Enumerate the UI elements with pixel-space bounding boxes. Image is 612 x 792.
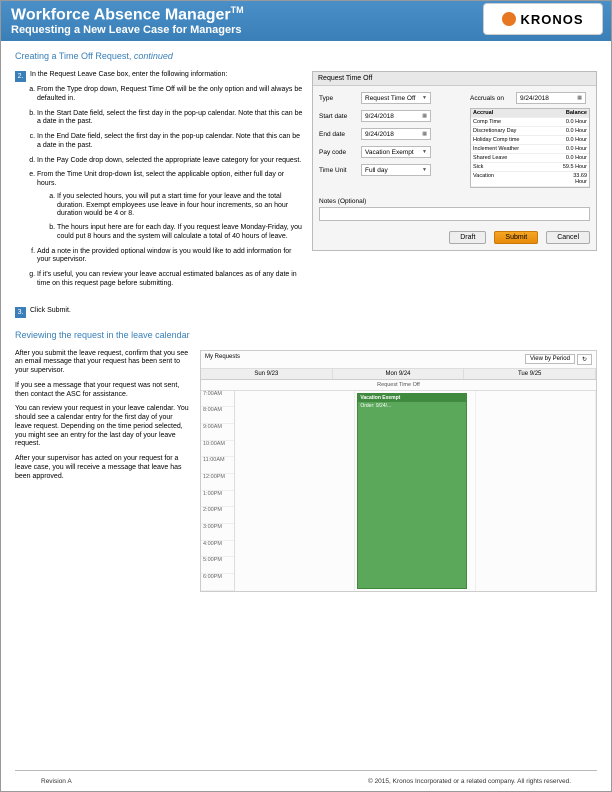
pay-code-value: Vacation Exempt <box>365 149 414 156</box>
step-number-3: 3. <box>15 307 26 318</box>
title-text: Workforce Absence Manager <box>11 6 231 23</box>
start-date-value: 9/24/2018 <box>365 113 394 120</box>
table-row: Discretionary Day0.0 Hour <box>471 127 589 136</box>
instruction-f: Add a note in the provided optional wind… <box>37 248 304 266</box>
step2-intro: In the Request Leave Case box, enter the… <box>30 71 227 78</box>
accruals-on-value: 9/24/2018 <box>520 95 549 102</box>
time-unit-dropdown[interactable]: Full day ▼ <box>361 164 431 176</box>
time-column: 7:00AM 8:00AM 9:00AM 10:00AM 11:00AM 12:… <box>201 391 235 591</box>
calendar-title: My Requests <box>205 354 240 365</box>
type-dropdown[interactable]: Request Time Off ▼ <box>361 92 431 104</box>
accruals-on-field[interactable]: 9/24/2018 ▦ <box>516 92 586 104</box>
balance-header: Balance <box>559 109 589 118</box>
section-title-timeoff: Creating a Time Off Request, continued <box>15 51 597 61</box>
calendar-filter[interactable]: View by Period ↻ <box>525 354 592 365</box>
table-row: Inclement Weather0.0 Hour <box>471 145 589 154</box>
instruction-e: From the Time Unit drop-down list, selec… <box>37 171 304 241</box>
accrual-header: Accrual <box>471 109 559 118</box>
table-row: Shared Leave0.0 Hour <box>471 154 589 163</box>
filter-label: View by Period <box>525 354 575 364</box>
logo-icon <box>502 12 516 26</box>
instruction-a: From the Type drop down, Request Time Of… <box>37 86 304 104</box>
event-title: Vacation Exempt <box>358 394 465 402</box>
section-title-main: Creating a Time Off Request, <box>15 51 134 61</box>
notes-label: Notes (Optional) <box>319 198 590 205</box>
logo-text: KRONOS <box>520 12 583 27</box>
start-date-label: Start date <box>319 113 361 120</box>
calendar-event[interactable]: Vacation Exempt Order: 9/24/... <box>357 393 466 589</box>
type-value: Request Time Off <box>365 95 415 102</box>
instruction-d: In the Pay Code drop down, selected the … <box>37 157 304 166</box>
calendar-subheader: Request Time Off <box>201 380 596 391</box>
request-time-off-dialog: Request Time Off Type Request Time Off ▼… <box>312 71 597 251</box>
time-unit-label: Time Unit <box>319 167 361 174</box>
review-p1: After you submit the leave request, conf… <box>15 350 190 376</box>
instruction-e-a: If you selected hours, you will put a st… <box>57 193 304 219</box>
trademark: TM <box>231 5 244 15</box>
instruction-e-b: The hours input here are for each day. I… <box>57 224 304 242</box>
instruction-g: If it's useful, you can review your leav… <box>37 271 304 289</box>
calendar-icon: ▦ <box>577 95 582 101</box>
day-column-mon[interactable]: Vacation Exempt Order: 9/24/... <box>355 391 475 591</box>
table-row: Sick59.5 Hour <box>471 163 589 172</box>
section-title-review: Reviewing the request in the leave calen… <box>15 330 597 340</box>
page-header: Workforce Absence ManagerTM Requesting a… <box>1 1 611 41</box>
table-row: Vacation33.69 Hour <box>471 172 589 187</box>
dialog-title: Request Time Off <box>313 72 596 86</box>
chevron-down-icon: ▼ <box>422 167 427 173</box>
calendar-refresh-icon[interactable]: ↻ <box>577 354 592 365</box>
section-title-cont: continued <box>134 51 173 61</box>
submit-button[interactable]: Submit <box>494 231 538 244</box>
review-p2: If you see a message that your request w… <box>15 382 190 400</box>
calendar-icon: ▦ <box>422 131 427 137</box>
instruction-e-text: From the Time Unit drop-down list, selec… <box>37 171 284 187</box>
type-label: Type <box>319 95 361 102</box>
time-unit-value: Full day <box>365 167 388 174</box>
kronos-logo: KRONOS <box>483 3 603 35</box>
table-row: Comp Time0.0 Hour <box>471 118 589 127</box>
step-number-2: 2. <box>15 71 26 82</box>
page-footer: Revision A © 2015, Kronos Incorporated o… <box>1 778 611 785</box>
day-header: Mon 9/24 <box>333 369 465 379</box>
end-date-label: End date <box>319 131 361 138</box>
day-header: Sun 9/23 <box>201 369 333 379</box>
chevron-down-icon: ▼ <box>422 149 427 155</box>
step3-text: Click Submit. <box>30 307 71 314</box>
accruals-table: Accrual Balance Comp Time0.0 Hour Discre… <box>470 108 590 188</box>
pay-code-dropdown[interactable]: Vacation Exempt ▼ <box>361 146 431 158</box>
pay-code-label: Pay code <box>319 149 361 156</box>
day-column-sun[interactable] <box>235 391 355 591</box>
accruals-on-label: Accruals on <box>470 95 516 102</box>
leave-calendar: My Requests View by Period ↻ Sun 9/23 Mo… <box>200 350 597 592</box>
calendar-icon: ▦ <box>422 113 427 119</box>
review-p3: You can review your request in your leav… <box>15 405 190 449</box>
revision: Revision A <box>41 778 72 785</box>
instruction-b: In the Start Date field, select the firs… <box>37 110 304 128</box>
table-row: Holiday Comp time0.0 Hour <box>471 136 589 145</box>
start-date-field[interactable]: 9/24/2018 ▦ <box>361 110 431 122</box>
draft-button[interactable]: Draft <box>449 231 486 244</box>
cancel-button[interactable]: Cancel <box>546 231 590 244</box>
day-header: Tue 9/25 <box>464 369 596 379</box>
instruction-c: In the End Date field, select the first … <box>37 133 304 151</box>
notes-input[interactable] <box>319 207 590 221</box>
footer-divider <box>15 770 597 771</box>
copyright: © 2015, Kronos Incorporated or a related… <box>368 778 571 785</box>
review-p4: After your supervisor has acted on your … <box>15 455 190 481</box>
chevron-down-icon: ▼ <box>422 95 427 101</box>
event-sub: Order: 9/24/... <box>360 403 463 409</box>
end-date-field[interactable]: 9/24/2018 ▦ <box>361 128 431 140</box>
day-column-tue[interactable] <box>476 391 596 591</box>
end-date-value: 9/24/2018 <box>365 131 394 138</box>
